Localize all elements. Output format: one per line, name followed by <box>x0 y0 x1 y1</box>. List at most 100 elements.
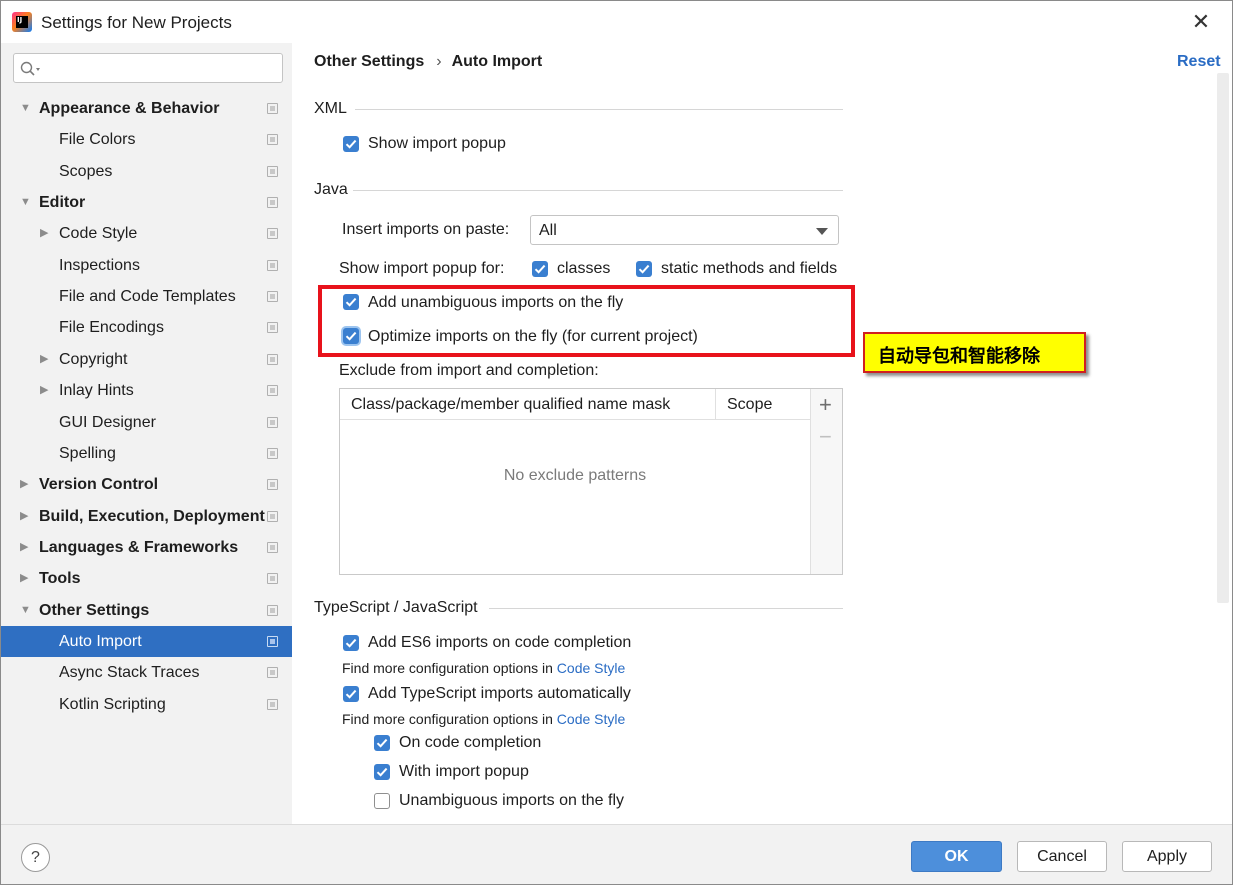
apply-button[interactable]: Apply <box>1122 841 1212 872</box>
collapse-arrow-icon[interactable]: ▶ <box>40 218 52 249</box>
find-more-prefix: Find more configuration options in <box>342 711 557 727</box>
sidebar-item[interactable]: ▼ Appearance & Behavior <box>1 93 292 124</box>
project-scope-icon <box>267 447 278 459</box>
project-scope-icon <box>267 573 278 585</box>
close-icon[interactable]: ✕ <box>1189 10 1213 34</box>
project-scope-icon <box>267 228 278 240</box>
project-scope-icon <box>267 698 278 710</box>
section-title-xml: XML <box>314 100 347 117</box>
sidebar-item[interactable]: ▶ Build, Execution, Deployment <box>1 501 292 532</box>
sidebar-item[interactable]: Inspections <box>1 250 292 281</box>
search-input[interactable] <box>13 53 283 83</box>
column-header-name[interactable]: Class/package/member qualified name mask <box>351 396 670 414</box>
collapse-arrow-icon[interactable]: ▶ <box>20 501 32 532</box>
sidebar-item[interactable]: Kotlin Scripting <box>1 689 292 720</box>
code-style-link[interactable]: Code Style <box>557 711 625 727</box>
sidebar-item[interactable]: GUI Designer <box>1 407 292 438</box>
collapse-arrow-icon[interactable]: ▶ <box>40 344 52 375</box>
code-style-link[interactable]: Code Style <box>557 660 625 676</box>
add-es6-imports-checkbox[interactable] <box>343 635 359 651</box>
find-more-text: Find more configuration options in Code … <box>342 660 625 676</box>
show-popup-for-label: Show import popup for: <box>339 260 505 277</box>
collapse-arrow-icon[interactable]: ▶ <box>20 469 32 500</box>
window-title: Settings for New Projects <box>41 13 232 32</box>
static-methods-checkbox[interactable] <box>636 261 652 277</box>
sidebar-item-label: Editor <box>39 194 86 212</box>
sidebar-item[interactable]: ▶ Code Style <box>1 218 292 249</box>
sidebar-item[interactable]: Async Stack Traces <box>1 657 292 688</box>
empty-table-text: No exclude patterns <box>503 467 647 484</box>
unambiguous-imports-label[interactable]: Unambiguous imports on the fly <box>399 792 624 810</box>
collapse-arrow-icon[interactable]: ▶ <box>20 563 32 594</box>
sidebar-item-label: Kotlin Scripting <box>59 695 166 713</box>
breadcrumb-current: Auto Import <box>451 53 543 70</box>
project-scope-icon <box>267 291 278 303</box>
collapse-arrow-icon[interactable]: ▶ <box>40 375 52 406</box>
unambiguous-imports-checkbox[interactable] <box>374 793 390 809</box>
breadcrumb-parent[interactable]: Other Settings <box>314 53 424 70</box>
sidebar-item[interactable]: File Colors <box>1 124 292 155</box>
sidebar-item-label: Scopes <box>59 162 113 180</box>
checkmark-icon <box>638 264 650 274</box>
sidebar-item[interactable]: File and Code Templates <box>1 281 292 312</box>
show-import-popup-label[interactable]: Show import popup <box>368 135 506 153</box>
sidebar-item[interactable]: Auto Import <box>1 625 292 657</box>
search-icon <box>20 61 40 76</box>
project-scope-icon <box>267 385 278 397</box>
sidebar-item[interactable]: ▼ Editor <box>1 187 292 218</box>
checkmark-icon <box>345 638 357 648</box>
expand-arrow-icon[interactable]: ▼ <box>20 595 32 626</box>
add-typescript-imports-label[interactable]: Add TypeScript imports automatically <box>368 685 631 703</box>
sidebar-item-label: Other Settings <box>39 601 150 619</box>
sidebar-item[interactable]: ▶ Inlay Hints <box>1 375 292 406</box>
sidebar-item-label: Inspections <box>59 256 140 274</box>
sidebar-item[interactable]: Scopes <box>1 156 292 187</box>
project-scope-icon <box>267 134 278 146</box>
sidebar-item-label: File and Code Templates <box>59 288 236 306</box>
exclude-table: Class/package/member qualified name mask… <box>339 388 843 575</box>
expand-arrow-icon[interactable]: ▼ <box>20 93 32 124</box>
sidebar-item-label: File Encodings <box>59 319 164 337</box>
insert-imports-select[interactable]: All <box>530 215 839 245</box>
project-scope-icon <box>267 667 278 679</box>
vertical-scrollbar[interactable] <box>1217 73 1229 603</box>
add-icon[interactable]: + <box>819 393 832 417</box>
sidebar-item[interactable]: ▶ Copyright <box>1 344 292 375</box>
find-more-text: Find more configuration options in Code … <box>342 711 625 727</box>
with-import-popup-checkbox[interactable] <box>374 764 390 780</box>
project-scope-icon <box>267 541 278 553</box>
project-scope-icon <box>267 322 278 334</box>
sidebar-item[interactable]: ▶ Languages & Frameworks <box>1 532 292 563</box>
reset-link[interactable]: Reset <box>1177 53 1221 71</box>
static-methods-label[interactable]: static methods and fields <box>661 260 837 278</box>
column-header-scope[interactable]: Scope <box>727 396 772 414</box>
ok-button[interactable]: OK <box>911 841 1002 872</box>
project-scope-icon <box>267 197 278 209</box>
sidebar-item[interactable]: ▶ Tools <box>1 563 292 594</box>
sidebar-item-label: GUI Designer <box>59 413 156 431</box>
show-import-popup-checkbox[interactable] <box>343 136 359 152</box>
add-es6-imports-label[interactable]: Add ES6 imports on code completion <box>368 634 631 652</box>
find-more-prefix: Find more configuration options in <box>342 660 557 676</box>
expand-arrow-icon[interactable]: ▼ <box>20 187 32 218</box>
sidebar-item[interactable]: Spelling <box>1 438 292 469</box>
project-scope-icon <box>267 479 278 491</box>
sidebar-item[interactable]: ▶ Version Control <box>1 469 292 500</box>
collapse-arrow-icon[interactable]: ▶ <box>20 532 32 563</box>
add-typescript-imports-checkbox[interactable] <box>343 686 359 702</box>
sidebar-item[interactable]: ▼ Other Settings <box>1 595 292 626</box>
sidebar-item-label: Appearance & Behavior <box>39 100 220 117</box>
cancel-button[interactable]: Cancel <box>1017 841 1107 872</box>
with-import-popup-label[interactable]: With import popup <box>399 763 529 781</box>
on-code-completion-label[interactable]: On code completion <box>399 734 541 752</box>
classes-label[interactable]: classes <box>557 260 610 278</box>
chevron-down-icon <box>816 228 828 235</box>
classes-checkbox[interactable] <box>532 261 548 277</box>
help-button[interactable]: ? <box>21 843 50 872</box>
checkmark-icon <box>345 689 357 699</box>
on-code-completion-checkbox[interactable] <box>374 735 390 751</box>
exclude-label: Exclude from import and completion: <box>339 362 599 379</box>
title-bar: IJ Settings for New Projects ✕ <box>1 1 1232 43</box>
project-scope-icon <box>267 604 278 616</box>
sidebar-item[interactable]: File Encodings <box>1 312 292 343</box>
